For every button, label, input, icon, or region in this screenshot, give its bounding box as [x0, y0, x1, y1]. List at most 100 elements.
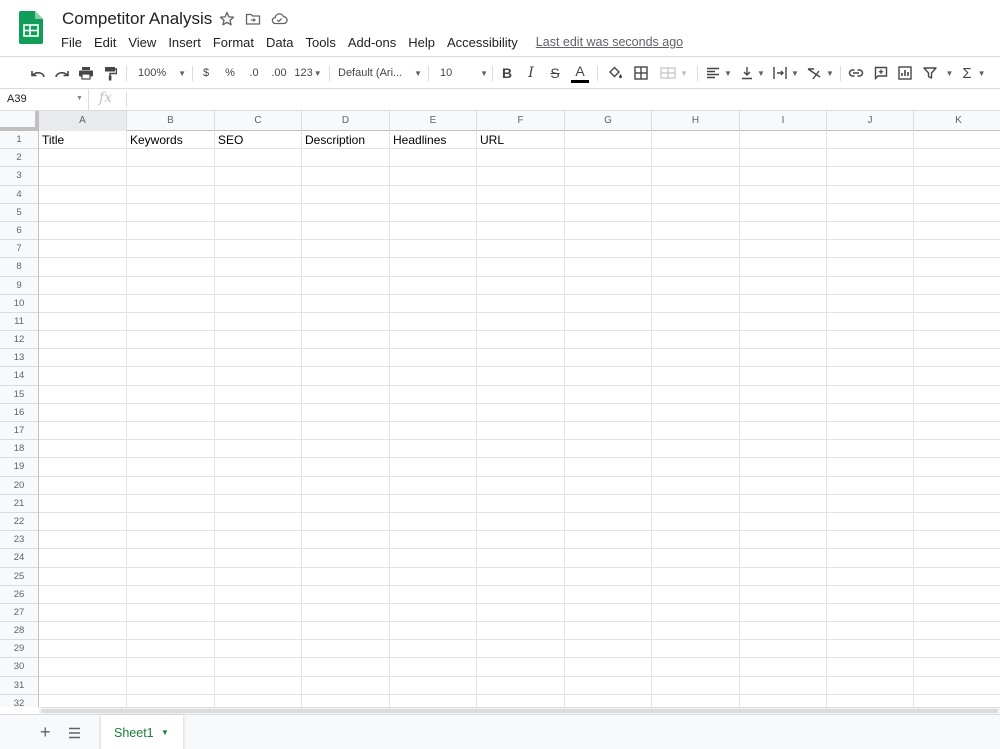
cell-e17[interactable] [390, 422, 477, 440]
cell-d21[interactable] [302, 494, 390, 513]
row-header-13[interactable]: 13 [0, 349, 38, 368]
cell-j26[interactable] [827, 585, 914, 604]
cell-b31[interactable] [127, 676, 215, 695]
cell-h9[interactable] [652, 276, 740, 295]
cell-f12[interactable] [477, 331, 565, 350]
cell-h32[interactable] [652, 694, 740, 707]
cell-c11[interactable] [215, 312, 302, 331]
cell-f27[interactable] [477, 603, 565, 622]
cell-h6[interactable] [652, 221, 740, 240]
menu-edit[interactable]: Edit [94, 35, 116, 50]
cell-g5[interactable] [565, 203, 652, 222]
cell-a29[interactable] [39, 640, 127, 659]
cell-g9[interactable] [565, 276, 652, 295]
cell-j27[interactable] [827, 603, 914, 622]
cell-i12[interactable] [740, 331, 827, 350]
cell-k14[interactable] [914, 367, 1000, 385]
cell-e29[interactable] [390, 640, 477, 659]
cell-a30[interactable] [39, 658, 127, 677]
row-header-30[interactable]: 30 [0, 658, 38, 677]
cell-a24[interactable] [39, 549, 127, 568]
cell-i8[interactable] [740, 258, 827, 277]
italic-button[interactable]: I [523, 63, 539, 83]
cell-e15[interactable] [390, 385, 477, 404]
cell-j6[interactable] [827, 221, 914, 240]
cell-c32[interactable] [215, 694, 302, 707]
cell-i13[interactable] [740, 349, 827, 368]
cell-h12[interactable] [652, 331, 740, 350]
row-header-14[interactable]: 14 [0, 367, 38, 386]
cell-a28[interactable] [39, 622, 127, 641]
cell-i1[interactable] [740, 131, 827, 149]
cell-c4[interactable] [215, 185, 302, 204]
cell-f14[interactable] [477, 367, 565, 386]
cell-c10[interactable] [215, 294, 302, 313]
cell-f13[interactable] [477, 349, 565, 368]
cell-h27[interactable] [652, 603, 740, 622]
cell-i2[interactable] [740, 149, 827, 168]
cell-c8[interactable] [215, 258, 302, 277]
cell-h26[interactable] [652, 585, 740, 604]
cell-g30[interactable] [565, 658, 652, 677]
row-header-25[interactable]: 25 [0, 568, 38, 586]
cell-h14[interactable] [652, 367, 740, 386]
cell-c7[interactable] [215, 240, 302, 259]
cell-i11[interactable] [740, 312, 827, 331]
row-header-19[interactable]: 19 [0, 458, 38, 477]
cell-g12[interactable] [565, 331, 652, 350]
row-header-3[interactable]: 3 [0, 167, 38, 186]
cell-g26[interactable] [565, 585, 652, 604]
cell-h20[interactable] [652, 476, 740, 495]
column-header-f[interactable]: F [477, 111, 565, 131]
cell-k28[interactable] [914, 622, 1000, 640]
cell-a15[interactable] [39, 385, 127, 404]
cell-d6[interactable] [302, 221, 390, 240]
cell-g31[interactable] [565, 676, 652, 695]
cell-g16[interactable] [565, 403, 652, 422]
cell-j18[interactable] [827, 440, 914, 459]
cell-j21[interactable] [827, 494, 914, 513]
cell-h7[interactable] [652, 240, 740, 259]
font-family-select[interactable]: Default (Ari... ▼ [338, 63, 422, 83]
cell-b21[interactable] [127, 494, 215, 513]
cell-i20[interactable] [740, 476, 827, 495]
row-header-10[interactable]: 10 [0, 295, 38, 313]
cell-b1[interactable]: Keywords [127, 131, 215, 149]
cell-e1[interactable]: Headlines [390, 131, 477, 149]
scrollbar-thumb[interactable] [41, 709, 998, 713]
cell-b22[interactable] [127, 512, 215, 531]
cell-a3[interactable] [39, 167, 127, 186]
cell-f22[interactable] [477, 512, 565, 531]
cell-j10[interactable] [827, 294, 914, 313]
cell-c9[interactable] [215, 276, 302, 295]
row-header-6[interactable]: 6 [0, 222, 38, 241]
cell-d7[interactable] [302, 240, 390, 259]
cell-d9[interactable] [302, 276, 390, 295]
chevron-down-icon[interactable]: ▼ [161, 728, 169, 737]
filter-icon[interactable]: ▼ [921, 63, 955, 83]
star-icon[interactable] [219, 11, 235, 27]
cell-a14[interactable] [39, 367, 127, 386]
cell-d28[interactable] [302, 622, 390, 641]
cell-k5[interactable] [914, 204, 1000, 222]
cell-d30[interactable] [302, 658, 390, 677]
cell-b14[interactable] [127, 367, 215, 386]
cell-b7[interactable] [127, 240, 215, 259]
cell-b12[interactable] [127, 331, 215, 350]
cell-i26[interactable] [740, 585, 827, 604]
menu-add-ons[interactable]: Add-ons [348, 35, 396, 50]
cell-i22[interactable] [740, 512, 827, 531]
cell-a12[interactable] [39, 331, 127, 350]
cell-i19[interactable] [740, 458, 827, 477]
cell-h28[interactable] [652, 622, 740, 641]
fill-color-icon[interactable] [606, 63, 624, 83]
cell-g14[interactable] [565, 367, 652, 386]
cell-b32[interactable] [127, 694, 215, 707]
font-size-select[interactable]: 10 ▼ [436, 63, 488, 83]
functions-button[interactable]: Σ ▼ [960, 63, 988, 83]
cell-k21[interactable] [914, 495, 1000, 513]
cell-g3[interactable] [565, 167, 652, 186]
cell-i17[interactable] [740, 422, 827, 440]
cell-c5[interactable] [215, 203, 302, 222]
cell-i24[interactable] [740, 549, 827, 568]
